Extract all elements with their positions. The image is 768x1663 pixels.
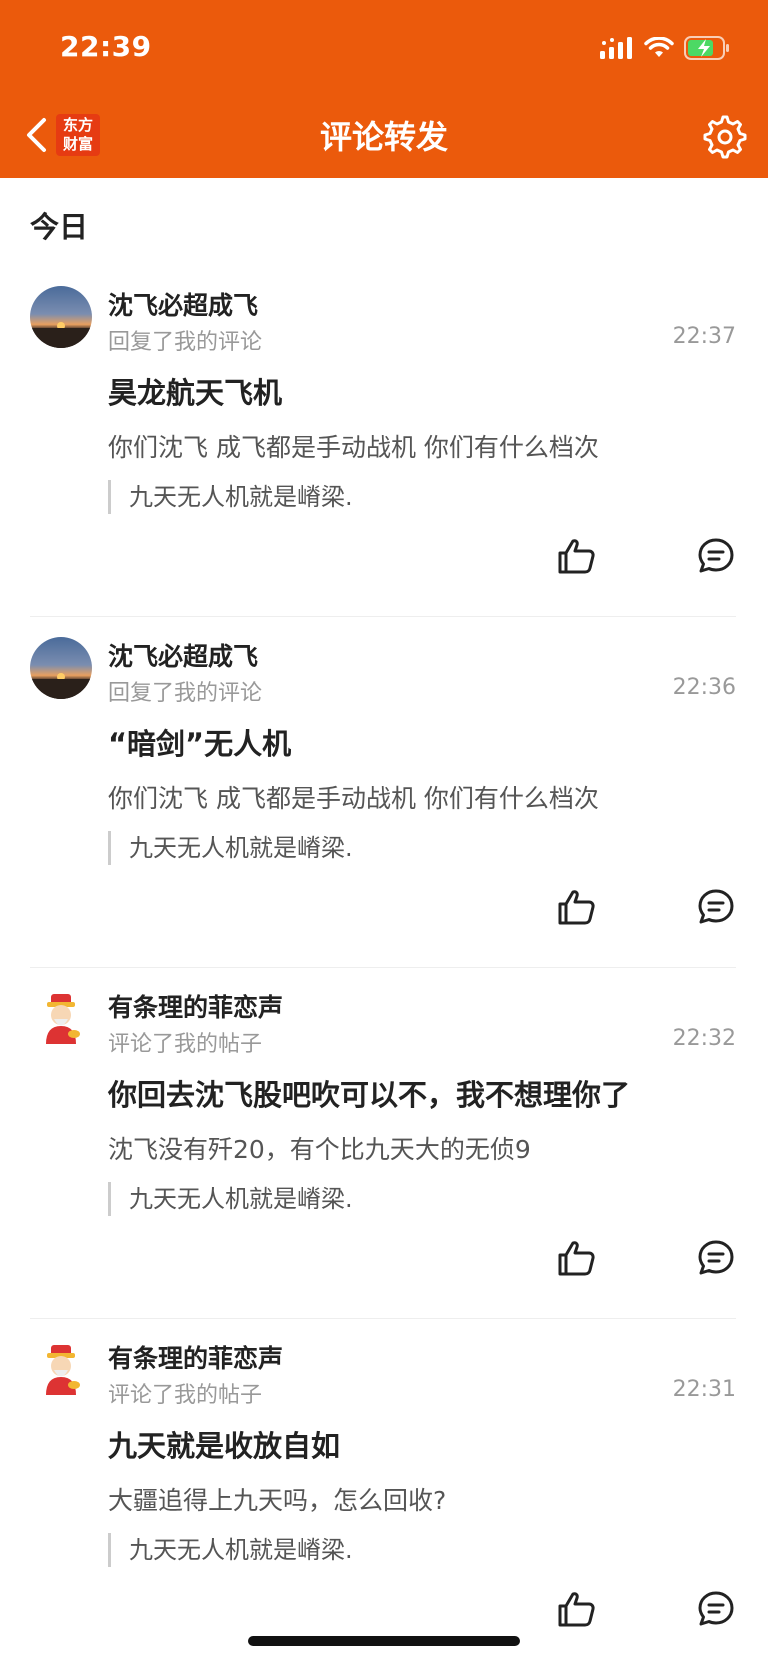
like-button[interactable] [556, 1238, 596, 1278]
action-text: 回复了我的评论 [108, 330, 263, 355]
like-button[interactable] [556, 536, 596, 576]
comment-title[interactable]: “暗剑”无人机 [108, 721, 291, 763]
settings-button[interactable] [702, 114, 748, 160]
thumbs-up-icon [558, 539, 595, 574]
section-today: 今日 [30, 210, 89, 244]
avatar[interactable] [30, 637, 92, 699]
comment-title[interactable]: 你回去沈飞股吧吹可以不，我不想理你了 [108, 1072, 630, 1114]
reply-button[interactable] [696, 1238, 736, 1278]
battery-charging-icon [684, 36, 729, 60]
signal-icon [600, 37, 632, 59]
notification-item[interactable]: 沈飞必超成飞 回复了我的评论 22:36 “暗剑”无人机 你们沈飞 成飞都是手动… [0, 637, 768, 987]
comment-bubble-icon [698, 1240, 734, 1275]
header-bar: 22:39 东方 财富 评论转发 [0, 0, 768, 178]
notification-item[interactable]: 有条理的菲恋声 评论了我的帖子 22:31 九天就是收放自如 大疆追得上九天吗，… [0, 1339, 768, 1659]
username[interactable]: 有条理的菲恋声 [108, 1339, 283, 1375]
action-text: 评论了我的帖子 [108, 1032, 263, 1057]
quoted-original[interactable]: 九天无人机就是嵴梁. [108, 1182, 353, 1216]
comment-bubble-icon [698, 889, 734, 924]
timestamp: 22:36 [672, 675, 736, 700]
divider [30, 1318, 736, 1319]
settings-gear-icon [703, 115, 747, 159]
comment-title[interactable]: 九天就是收放自如 [108, 1423, 340, 1465]
comment-body[interactable]: 大疆追得上九天吗，怎么回收? [108, 1481, 446, 1517]
page-title: 评论转发 [319, 118, 448, 156]
action-text: 评论了我的帖子 [108, 1383, 263, 1408]
reply-button[interactable] [696, 887, 736, 927]
quoted-original[interactable]: 九天无人机就是嵴梁. [108, 480, 353, 514]
like-button[interactable] [556, 887, 596, 927]
comment-body[interactable]: 你们沈飞 成飞都是手动战机 你们有什么档次 [108, 779, 599, 815]
thumbs-up-icon [558, 1241, 595, 1276]
comment-body[interactable]: 你们沈飞 成飞都是手动战机 你们有什么档次 [108, 428, 599, 464]
divider [30, 967, 736, 968]
action-text: 回复了我的评论 [108, 681, 263, 706]
notification-item[interactable]: 沈飞必超成飞 回复了我的评论 22:37 昊龙航天飞机 你们沈飞 成飞都是手动战… [0, 286, 768, 636]
timestamp: 22:37 [672, 324, 736, 349]
avatar[interactable] [30, 286, 92, 348]
timestamp: 22:31 [672, 1377, 736, 1402]
notification-item[interactable]: 有条理的菲恋声 评论了我的帖子 22:32 你回去沈飞股吧吹可以不，我不想理你了… [0, 988, 768, 1338]
avatar[interactable] [30, 988, 92, 1050]
reply-button[interactable] [696, 1589, 736, 1629]
quoted-original[interactable]: 九天无人机就是嵴梁. [108, 1533, 353, 1567]
comment-bubble-icon [698, 1591, 734, 1626]
divider [30, 616, 736, 617]
reply-button[interactable] [696, 536, 736, 576]
username[interactable]: 沈飞必超成飞 [108, 637, 258, 673]
home-indicator[interactable] [248, 1636, 520, 1646]
thumbs-up-icon [558, 890, 595, 925]
wifi-icon [644, 37, 674, 57]
timestamp: 22:32 [672, 1026, 736, 1051]
like-button[interactable] [556, 1589, 596, 1629]
status-icons [600, 34, 730, 62]
comment-bubble-icon [698, 538, 734, 573]
status-time: 22:39 [60, 30, 152, 63]
thumbs-up-icon [558, 1592, 595, 1627]
username[interactable]: 沈飞必超成飞 [108, 286, 258, 322]
username[interactable]: 有条理的菲恋声 [108, 988, 283, 1024]
comment-body[interactable]: 沈飞没有歼20，有个比九天大的无侦9 [108, 1130, 531, 1166]
quoted-original[interactable]: 九天无人机就是嵴梁. [108, 831, 353, 865]
comment-title[interactable]: 昊龙航天飞机 [108, 370, 282, 412]
avatar[interactable] [30, 1339, 92, 1401]
